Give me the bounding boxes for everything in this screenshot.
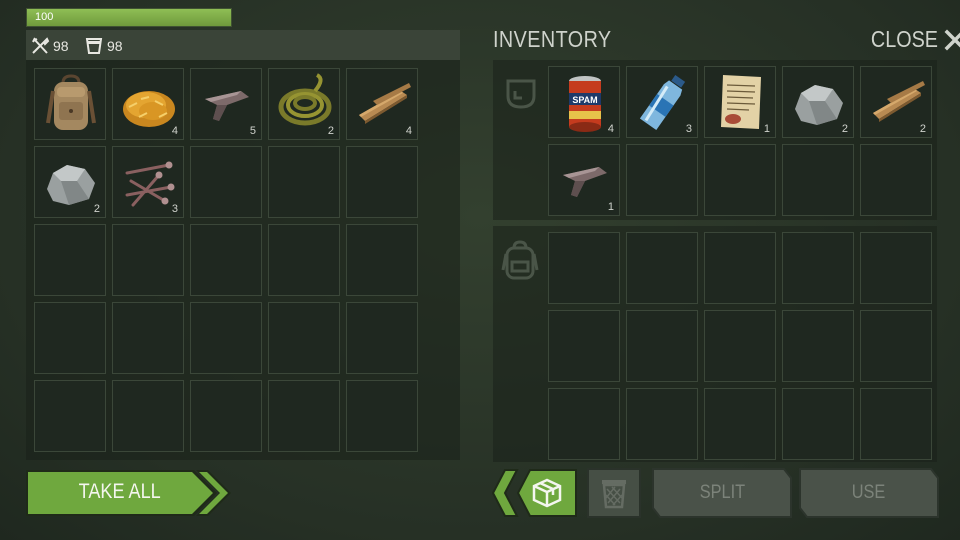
empty-slot[interactable] [704,310,776,382]
item-slot[interactable]: SPAM 4 [548,66,620,138]
empty-slot[interactable] [782,388,854,460]
item-count: 1 [763,123,770,135]
take-all-label: TAKE ALL [78,480,161,503]
trash-icon [602,480,626,509]
item-slot[interactable]: 4 [346,68,418,140]
empty-slot[interactable] [782,232,854,304]
take-all-button[interactable]: TAKE ALL [24,468,234,518]
empty-slot[interactable] [190,224,262,296]
item-slot[interactable]: 2 [782,66,854,138]
pocket-icon [506,79,536,109]
trash-button[interactable] [587,468,641,518]
empty-slot[interactable] [626,388,698,460]
page-title: INVENTORY [493,26,612,52]
water-cup-icon [85,38,103,54]
item-slot[interactable]: 1 [704,66,776,138]
backpack-grid [548,232,932,460]
item-count: 2 [919,123,926,135]
item-count: 2 [93,203,100,215]
empty-slot[interactable] [860,232,932,304]
health-value: 100 [35,11,54,23]
empty-slot[interactable] [34,302,106,374]
split-button[interactable]: SPLIT [652,468,792,518]
close-label: CLOSE [870,26,938,52]
item-count: 3 [171,203,178,215]
item-slot[interactable]: 2 [268,68,340,140]
item-count: 4 [171,125,178,137]
empty-slot[interactable] [268,146,340,218]
item-slot[interactable] [34,68,106,140]
water-stat: 98 [84,36,123,56]
empty-slot[interactable] [548,310,620,382]
empty-slot[interactable] [704,388,776,460]
empty-slot[interactable] [860,144,932,216]
empty-slot[interactable] [346,380,418,452]
item-slot[interactable]: 3 [112,146,184,218]
empty-slot[interactable] [548,232,620,304]
item-slot[interactable]: 1 [548,144,620,216]
empty-slot[interactable] [626,310,698,382]
health-bar: 100 [26,8,232,27]
empty-slot[interactable] [268,380,340,452]
food-value: 98 [53,38,69,54]
use-button[interactable]: USE [799,468,939,518]
empty-slot[interactable] [346,146,418,218]
item-count: 4 [607,123,614,135]
backpack-slot-icon [501,240,539,280]
item-slot[interactable]: 2 [860,66,932,138]
use-label: USE [852,482,886,503]
empty-slot[interactable] [704,232,776,304]
close-button[interactable]: CLOSE [860,26,960,53]
item-count: 4 [405,125,412,137]
food-stat: 98 [30,36,69,56]
empty-slot[interactable] [34,224,106,296]
fork-knife-icon [32,37,50,54]
empty-slot[interactable] [190,146,262,218]
empty-slot[interactable] [782,144,854,216]
item-slot[interactable]: 4 [112,68,184,140]
empty-slot[interactable] [704,144,776,216]
empty-slot[interactable] [626,232,698,304]
empty-slot[interactable] [268,302,340,374]
empty-slot[interactable] [190,380,262,452]
empty-slot[interactable] [268,224,340,296]
empty-slot[interactable] [34,380,106,452]
empty-slot[interactable] [782,310,854,382]
item-count: 2 [841,123,848,135]
water-value: 98 [107,38,123,54]
transfer-box-button[interactable] [492,468,578,518]
box-icon [532,478,562,508]
item-count: 5 [249,125,256,137]
empty-slot[interactable] [626,144,698,216]
container-grid: 4 5 2 4 2 3 [34,68,418,452]
close-icon [944,29,960,50]
empty-slot[interactable] [112,380,184,452]
survival-stats: 98 98 [26,30,460,60]
empty-slot[interactable] [346,224,418,296]
item-slot[interactable]: 2 [34,146,106,218]
empty-slot[interactable] [346,302,418,374]
empty-slot[interactable] [860,388,932,460]
item-slot[interactable]: 3 [626,66,698,138]
item-count: 2 [327,125,334,137]
empty-slot[interactable] [860,310,932,382]
svg-text:SPAM: SPAM [572,95,597,105]
empty-slot[interactable] [112,302,184,374]
split-label: SPLIT [699,482,745,503]
health-bar-fill [27,9,231,26]
empty-slot[interactable] [190,302,262,374]
item-slot[interactable]: 5 [190,68,262,140]
pockets-grid: SPAM 4 3 1 2 2 1 [548,66,932,216]
empty-slot[interactable] [112,224,184,296]
item-count: 3 [685,123,692,135]
empty-slot[interactable] [548,388,620,460]
item-count: 1 [607,201,614,213]
